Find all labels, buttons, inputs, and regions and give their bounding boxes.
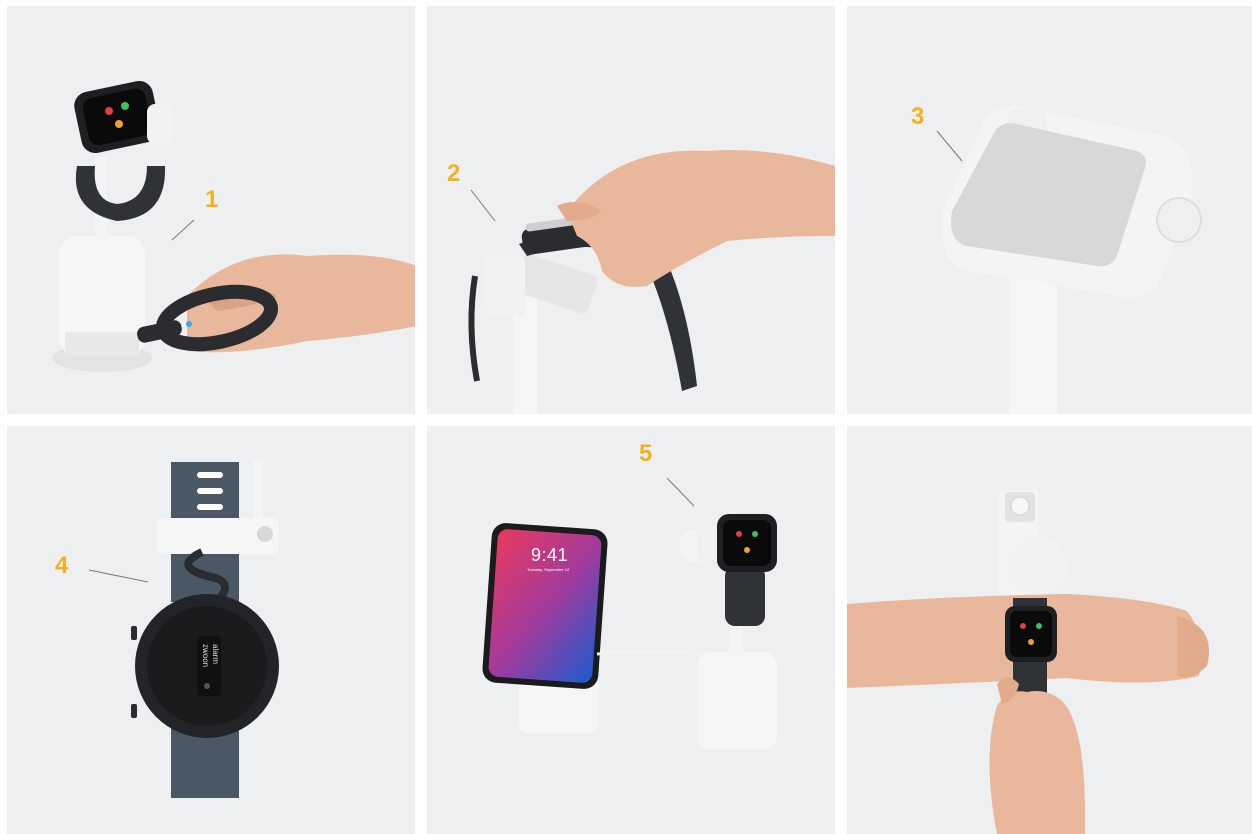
callout-number: 5 [639,440,653,467]
callout-number: 4 [55,552,69,579]
charging-pad-illustration [936,106,1202,414]
callout-number: 3 [911,103,925,130]
panel-5-phone-and-watch: 5 9:41 Tuesday, September 12 [427,426,835,834]
panel-1-wand-demo: 1 [7,6,415,414]
phone-lockscreen-time: 9:41 [531,545,569,565]
wrist-try-on-illustration [847,490,1209,834]
phone-watch-stands-illustration [482,477,777,750]
panel-3-charging-pad: 3 [847,6,1252,414]
callout-number: 1 [205,186,219,213]
panel-6-wrist-try-on [847,426,1252,834]
strap-alarm-text: alarm [211,644,220,665]
strap-brand-text: zwoon [201,644,210,668]
panel-2-watch-insertion: 2 [427,6,835,414]
watch-back-clip-illustration [88,460,279,798]
callout-number: 2 [447,160,461,187]
phone-lockscreen-date: Tuesday, September 12 [527,567,570,572]
panel-4-watch-back: 4 zwoon alarm [7,426,415,834]
watch-clip-illustration [434,150,835,414]
